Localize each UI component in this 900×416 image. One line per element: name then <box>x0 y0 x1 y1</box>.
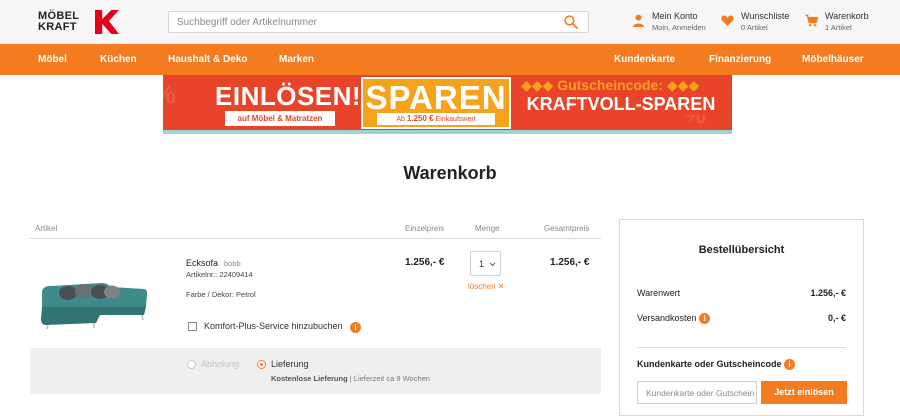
site-header: MÖBEL KRAFT Mein Konto Moin, Anmelden Wu… <box>0 0 900 44</box>
column-header-article: Artikel <box>35 224 58 233</box>
unit-price: 1.256,- € <box>405 257 445 268</box>
banner-background-pattern: % <box>163 79 176 110</box>
product-image-sofa[interactable] <box>38 277 150 329</box>
page-title: Warenkorb <box>403 163 497 183</box>
banner-code: KRAFTVOLL-SPAREN <box>521 93 721 115</box>
pickup-radio[interactable] <box>187 360 196 369</box>
column-header-unit-price: Einzelpreis <box>405 224 445 233</box>
order-summary-panel: Bestellübersicht Warenwert 1.256,- € Ver… <box>619 219 864 416</box>
nav-item-kuechen[interactable]: Küchen <box>100 54 137 65</box>
column-header-total: Gesamtpreis <box>544 224 590 233</box>
coupon-label: Kundenkarte oder Gutscheincode i <box>637 359 796 370</box>
delivery-options: Abholung Lieferung Kostenlose Lieferung … <box>30 348 601 394</box>
product-name[interactable]: Ecksofa bobb <box>186 258 241 268</box>
promo-banner[interactable]: % % EINLÖSEN! auf Möbel & Matratzen SPAR… <box>163 75 732 134</box>
goods-value: 1.256,- € <box>810 288 846 298</box>
shipping-cost-label: Versandkosten i <box>637 313 711 324</box>
search-input[interactable] <box>177 14 557 30</box>
nav-item-finanzierung[interactable]: Finanzierung <box>709 54 771 65</box>
account-title: Mein Konto <box>652 11 698 21</box>
info-icon[interactable]: i <box>350 322 361 333</box>
account-subtitle: Moin, Anmelden <box>652 23 706 32</box>
quantity-select[interactable]: 1 <box>470 251 501 276</box>
brand-logo[interactable]: MÖBEL KRAFT <box>38 10 120 34</box>
info-icon[interactable]: i <box>784 359 796 370</box>
product-brand: bobb <box>224 259 241 268</box>
comfort-service-checkbox[interactable] <box>188 322 197 331</box>
delivery-label[interactable]: Lieferung <box>271 359 309 369</box>
cart-count: 1 Artikel <box>825 23 852 32</box>
nav-item-moebelhaeuser[interactable]: Möbelhäuser <box>802 54 864 65</box>
cart-link[interactable]: Warenkorb 1 Artikel <box>805 11 869 35</box>
banner-savings-box: SPAREN Ab 1.250 € Einkaufswert <box>361 77 511 129</box>
user-icon <box>633 14 644 27</box>
redeem-coupon-button[interactable]: Jetzt einlösen <box>761 381 847 404</box>
pickup-label[interactable]: Abholung <box>201 359 239 369</box>
nav-item-moebel[interactable]: Möbel <box>38 54 67 65</box>
product-article-number: Artikelnr.: 22409414 <box>186 270 253 279</box>
quantity-value: 1 <box>479 259 485 269</box>
heart-icon <box>721 15 734 26</box>
nav-item-kundenkarte[interactable]: Kundenkarte <box>614 54 675 65</box>
main-navigation: Möbel Küchen Haushalt & Deko Marken Kund… <box>0 44 900 75</box>
cart-icon <box>805 14 818 27</box>
search-bar <box>168 11 589 33</box>
banner-savings-condition: Ab 1.250 € Einkaufswert <box>377 113 495 125</box>
banner-savings-title: SPAREN <box>365 79 507 116</box>
nav-item-haushalt-deko[interactable]: Haushalt & Deko <box>168 54 247 65</box>
column-header-quantity: Menge <box>475 224 500 233</box>
logo-text-line2: KRAFT <box>38 21 77 33</box>
banner-bottom-strip <box>163 130 732 134</box>
banner-headline: EINLÖSEN! <box>215 81 362 111</box>
product-color: Farbe / Dekor: Petrol <box>186 290 256 299</box>
shipping-cost-value: 0,- € <box>827 313 846 323</box>
summary-divider <box>637 347 846 348</box>
nav-item-marken[interactable]: Marken <box>279 54 314 65</box>
info-icon[interactable]: i <box>699 313 711 324</box>
table-header-divider <box>30 238 601 239</box>
banner-subline: auf Möbel & Matratzen <box>225 111 335 126</box>
remove-item-link[interactable]: löschen ✕ <box>468 282 505 291</box>
wishlist-link[interactable]: Wunschliste 0 Artikel <box>721 11 793 35</box>
delivery-note: Kostenlose Lieferung | Lieferzeit ca 9 W… <box>271 374 430 383</box>
cart-title: Warenkorb <box>825 11 869 21</box>
comfort-service-label[interactable]: Komfort-Plus-Service hinzubuchen <box>204 321 343 331</box>
coupon-input[interactable] <box>637 381 757 404</box>
chevron-down-icon <box>489 262 496 267</box>
order-summary-title: Bestellübersicht <box>698 244 785 256</box>
goods-value-label: Warenwert <box>637 288 681 298</box>
delivery-radio[interactable] <box>257 360 266 369</box>
wishlist-count: 0 Artikel <box>741 23 768 32</box>
logo-k-icon <box>95 10 119 34</box>
wishlist-title: Wunschliste <box>741 11 790 21</box>
banner-code-label: ◆◆◆ Gutscheincode: ◆◆◆ <box>521 77 700 93</box>
search-icon[interactable] <box>564 15 578 29</box>
total-price: 1.256,- € <box>550 257 590 268</box>
account-link[interactable]: Mein Konto Moin, Anmelden <box>632 11 712 35</box>
